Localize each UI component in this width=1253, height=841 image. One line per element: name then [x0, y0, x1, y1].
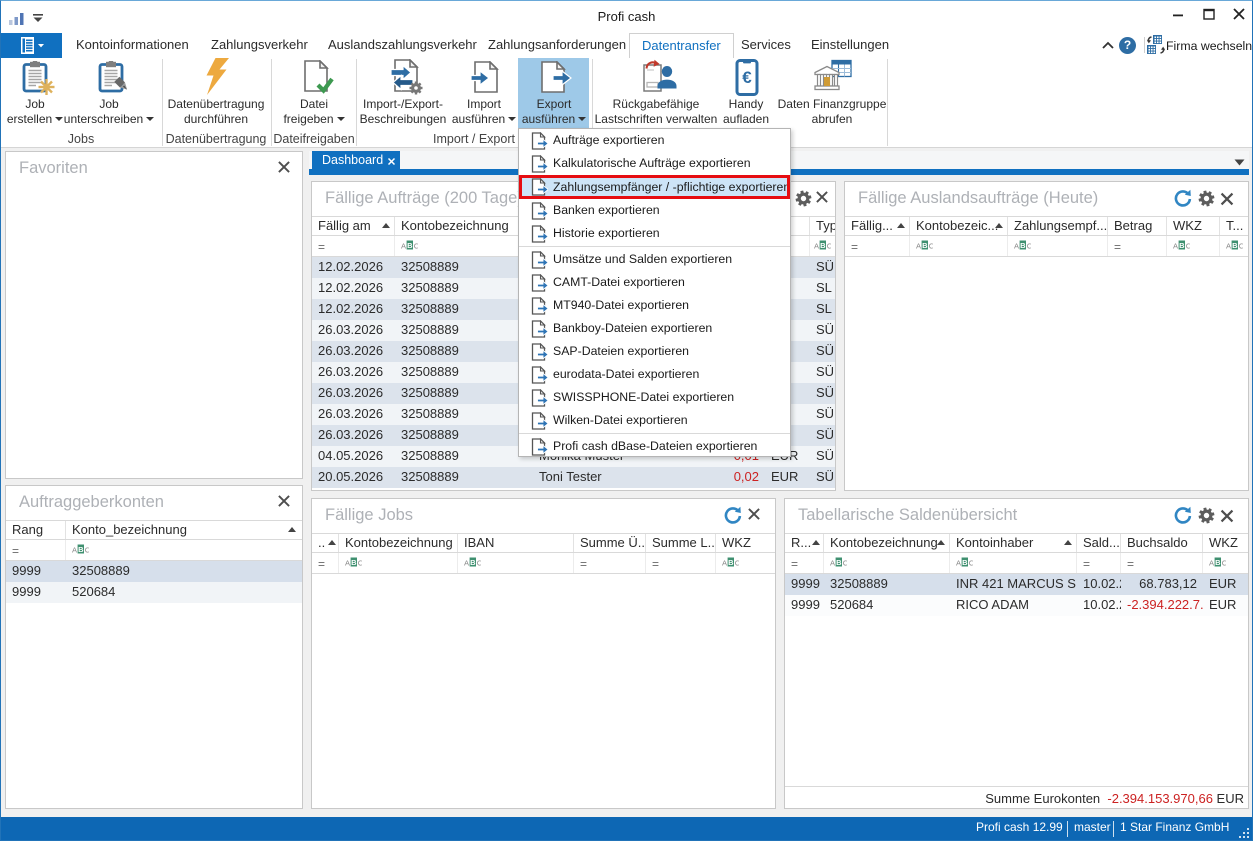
svg-text:€: €: [742, 68, 752, 87]
